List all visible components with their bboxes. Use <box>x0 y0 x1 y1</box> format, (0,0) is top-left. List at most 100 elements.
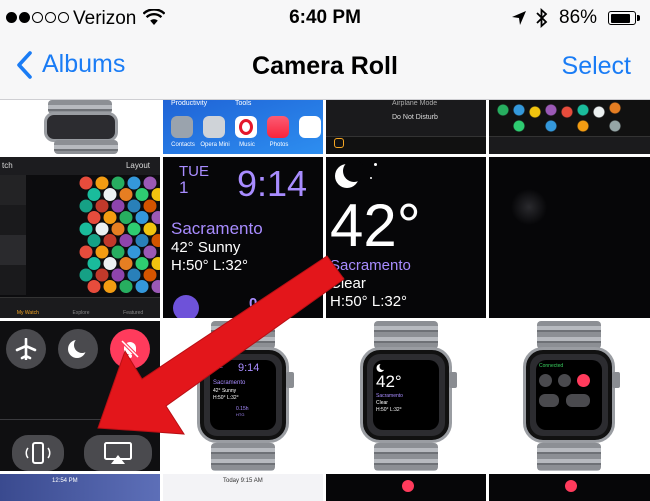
weather-temperature: 42° <box>330 192 421 259</box>
back-label: Albums <box>42 50 126 78</box>
watch1-day: TUE <box>213 364 223 370</box>
folder-label: Tools <box>235 100 252 107</box>
app-bubble <box>95 176 109 190</box>
app-bubble <box>111 199 125 213</box>
app-bubble <box>103 188 117 201</box>
photo-thumbnail[interactable] <box>326 474 486 501</box>
app-bubble <box>111 268 125 282</box>
photo-thumbnail[interactable]: Productivity Tools Contacts Opera Mini M… <box>163 100 323 154</box>
app-bubble <box>135 211 149 224</box>
app-bubble <box>135 188 149 201</box>
photo-thumbnail[interactable]: tch Layout My Watch Explore Featured <box>0 157 160 318</box>
settings-item: Do Not Disturb <box>392 114 438 121</box>
app-bubble <box>127 199 141 213</box>
app-bubble <box>119 280 133 293</box>
status-time: 6:40 PM <box>289 7 361 28</box>
watch2-hilo: H:50° L:32° <box>376 407 402 413</box>
app-bubble <box>87 257 101 270</box>
ping-phone-icon <box>25 442 51 464</box>
moon-icon <box>335 161 364 188</box>
app-bubble <box>95 222 109 236</box>
photo-thumbnail[interactable] <box>0 100 160 154</box>
settings-item: Airplane Mode <box>392 100 438 107</box>
folder-label: Productivity <box>171 100 208 107</box>
photo-thumbnail[interactable]: 42° Sacramento Clear H:50° L:32° <box>326 157 486 318</box>
photo-thumbnail[interactable] <box>489 100 650 154</box>
back-to-albums-button[interactable]: Albums <box>16 50 125 79</box>
app-bubble <box>103 234 117 247</box>
app-bubble <box>87 211 101 224</box>
face-complication: 0.15h <box>249 295 288 312</box>
app-bubble <box>143 176 157 190</box>
app-bubble <box>151 211 160 224</box>
location-icon <box>511 10 527 32</box>
tab-label: My Watch <box>16 310 39 316</box>
row4-time: 12:54 PM <box>52 478 78 484</box>
status-bar: Verizon 6:40 PM 86% <box>0 0 650 36</box>
watch1-time: 9:14 <box>238 362 260 374</box>
app-label: Opera Mini <box>200 142 230 148</box>
weather-condition: Clear <box>330 275 366 292</box>
app-bubble <box>87 188 101 201</box>
select-button[interactable]: Select <box>562 52 631 81</box>
watch2-city: Sacramento <box>376 393 403 399</box>
watch1-complication-unit: HTG <box>236 412 245 417</box>
photo-thumbnail[interactable]: 42° Sacramento Clear H:50° L:32° <box>326 321 486 471</box>
row4-today-label: Today 9:15 AM <box>223 478 263 484</box>
photo-grid: Productivity Tools Contacts Opera Mini M… <box>0 100 650 501</box>
app-bubble <box>87 234 101 247</box>
app-label: Photos <box>269 142 289 148</box>
weather-hilo: H:50° L:32° <box>330 293 408 310</box>
app-bubble <box>119 257 133 270</box>
face-weather: 42° Sunny <box>171 239 241 256</box>
app-bubble <box>135 280 149 293</box>
app-bubble <box>135 257 149 270</box>
app-bubble <box>95 245 109 259</box>
app-bubble <box>119 211 133 224</box>
moon-icon <box>68 338 89 358</box>
photo-thumbnail[interactable]: TUE 1 9:14 Sacramento 42° Sunny H:50° L:… <box>163 157 323 318</box>
photo-thumbnail[interactable]: Today 9:15 AM <box>163 474 323 501</box>
screen-header-left: tch <box>2 161 13 170</box>
photo-thumbnail[interactable]: Connected <box>489 321 650 471</box>
watch2-temp: 42° <box>376 372 402 391</box>
app-bubble <box>79 268 93 282</box>
app-bubble <box>127 268 141 282</box>
app-bubble <box>111 222 125 236</box>
battery-icon <box>608 11 640 25</box>
app-bubble <box>143 222 157 236</box>
app-bubble <box>111 176 125 190</box>
app-bubble <box>79 222 93 236</box>
app-bubble <box>103 280 117 293</box>
bell-slash-icon <box>120 339 140 359</box>
app-bubble <box>87 280 101 293</box>
photo-thumbnail[interactable] <box>489 157 650 318</box>
app-layout-honeycomb <box>79 176 160 293</box>
watch2-condition: Clear <box>376 400 388 406</box>
app-bubble <box>143 268 157 282</box>
screen-header: Layout <box>125 161 150 170</box>
photo-thumbnail[interactable] <box>489 474 650 501</box>
watch3-status: Connected <box>539 363 564 369</box>
photo-thumbnail[interactable]: Airplane Mode Do Not Disturb <box>326 100 486 154</box>
photo-thumbnail[interactable] <box>0 321 160 471</box>
face-date: 1 <box>179 178 189 197</box>
photo-thumbnail[interactable]: 12:54 PM <box>0 474 160 501</box>
watch1-weather: 42° Sunny <box>213 388 237 394</box>
app-bubble <box>119 234 133 247</box>
app-label: Music <box>239 142 255 148</box>
airplay-icon <box>104 442 132 464</box>
photo-thumbnail[interactable]: TUE 9:14 Sacramento 42° Sunny H:50° L:32… <box>163 321 323 471</box>
navigation-bar: Albums Camera Roll Select <box>0 36 650 100</box>
weather-city: Sacramento <box>330 257 411 274</box>
face-hilo: H:50° L:32° <box>171 257 249 274</box>
tab-label: Explore <box>72 310 90 316</box>
app-bubble <box>111 245 125 259</box>
app-bubble <box>79 176 93 190</box>
app-bubble <box>127 222 141 236</box>
face-time: 9:14 <box>237 163 308 204</box>
tab-label: Featured <box>123 310 144 316</box>
app-bubble <box>151 188 160 201</box>
app-bubble <box>95 268 109 282</box>
battery-percentage: 86% <box>559 7 598 28</box>
